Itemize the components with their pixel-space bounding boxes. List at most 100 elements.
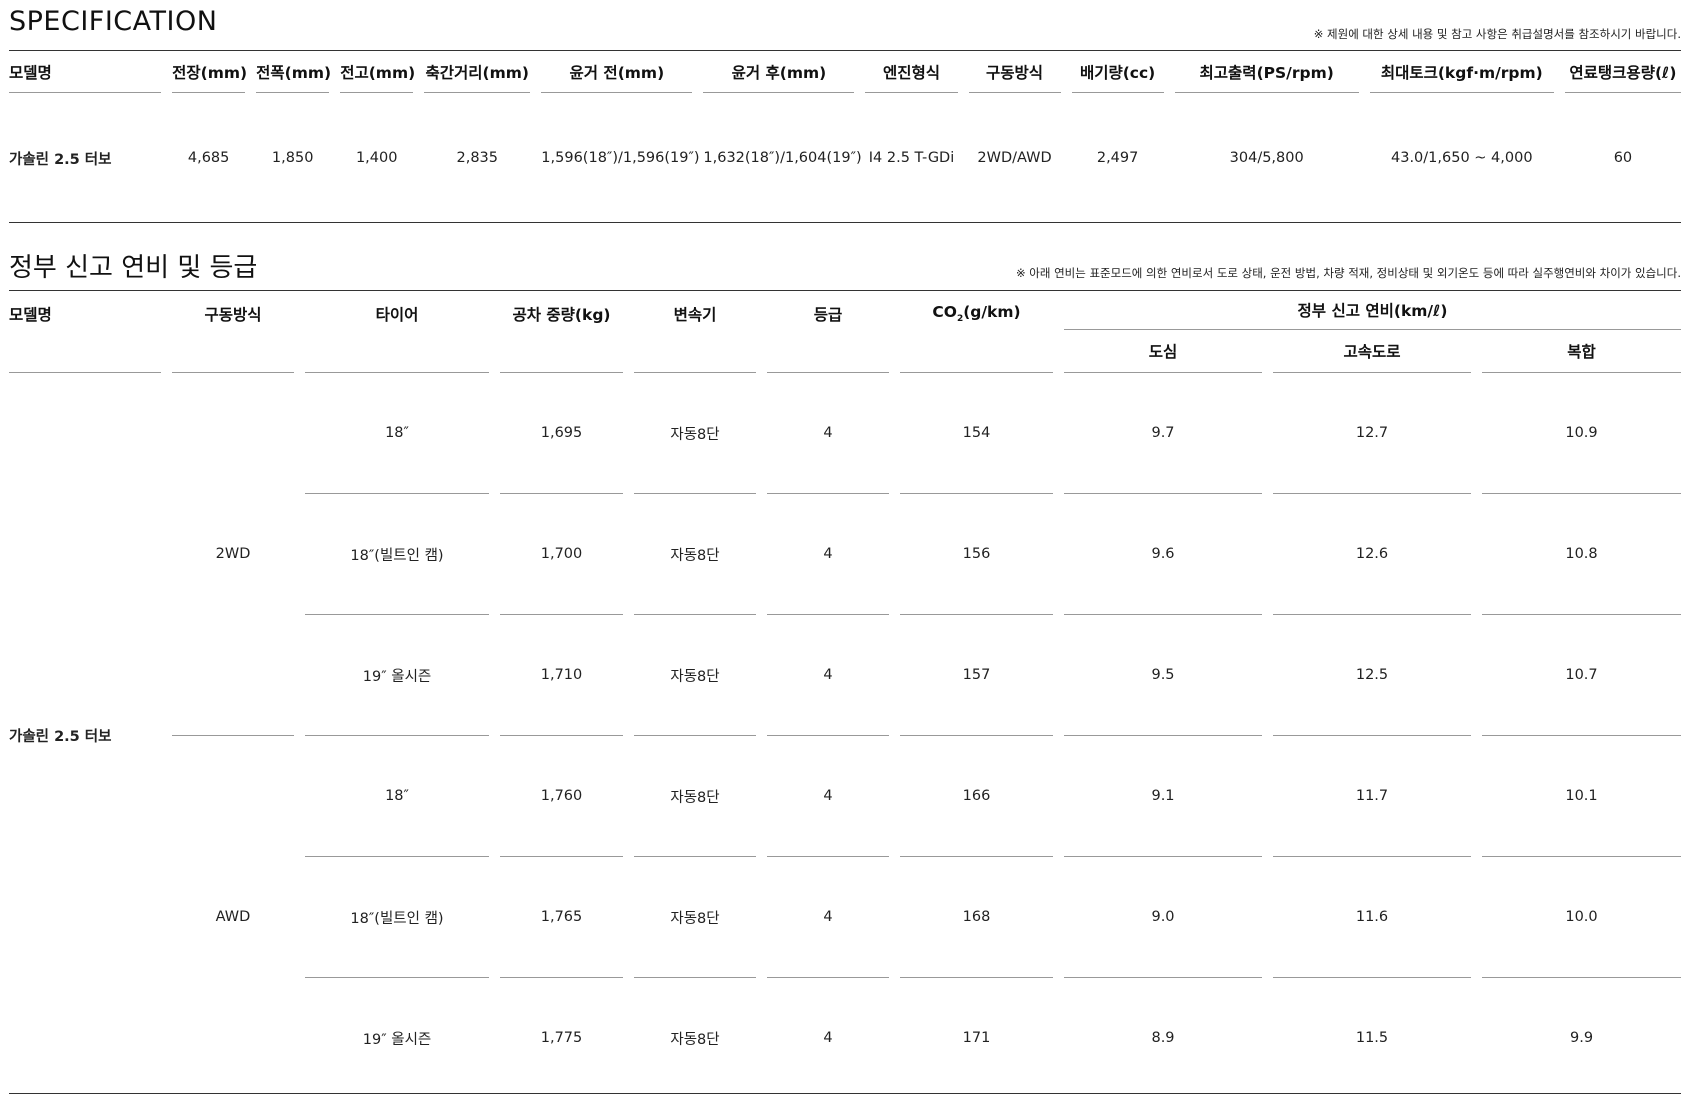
spec-table: 모델명 전장(mm) 전폭(mm) 전고(mm) 축간거리(mm) 윤거 전(m… [0,52,1690,223]
spec-value-cell: 4,685 [187,150,230,166]
spec-value-cell: 1,596(18″)/1,596(19″) [541,150,700,166]
spec-header-cell: 윤거 후(mm) [703,52,855,93]
spec-value-cell: 304/5,800 [1229,150,1304,166]
city-cell: 8.9 [1151,1030,1175,1046]
spec-header-cell: 최고출력(PS/rpm) [1174,52,1359,93]
weight-cell: 1,775 [540,1030,583,1046]
highway-cell: 12.7 [1273,373,1471,494]
fuel-subheader-cell: 고속도로 [1273,330,1471,373]
drive-cell: AWD [215,909,251,925]
transmission-cell: 자동8단 [634,857,756,978]
combined-cell: 10.7 [1482,615,1682,736]
transmission-cell: 자동8단 [634,736,756,857]
co2-label: CO [932,303,957,321]
spec-header-row: 모델명 전장(mm) 전폭(mm) 전고(mm) 축간거리(mm) 윤거 전(m… [9,52,1681,93]
co2-cell: 156 [900,494,1053,615]
fuel-header-cell: 타이어 [305,291,489,373]
spec-header-cell: 구동방식 [968,52,1061,93]
table-row: 가솔린 2.5 터보 2WD 18″ 1,695 자동8단 4 154 9.7 … [9,373,1682,745]
weight-cell: 1,760 [500,736,623,857]
spec-header-cell: 축간거리(mm) [424,52,531,93]
fuel-header-cell: 모델명 [9,291,161,373]
drive-cell: 2WD [172,373,294,736]
spec-bottom-rule [9,222,1681,223]
highway-cell: 11.5 [1355,1030,1389,1046]
combined-cell: 10.0 [1482,857,1682,978]
spec-value-cell: I4 2.5 T-GDi [868,150,955,166]
spec-header-cell: 모델명 [9,52,162,93]
spec-header-cell: 엔진형식 [865,52,958,93]
fuel-efficiency-table: 모델명 구동방식 타이어 공차 중량(kg) 변속기 등급 CO2(g/km) … [0,291,1690,1098]
co2-cell: 166 [900,736,1053,857]
spec-value-cell: 2WD/AWD [977,150,1052,166]
weight-cell: 1,765 [500,857,623,978]
transmission-cell: 자동8단 [634,615,756,736]
table-row: AWD 18″ 1,760 자동8단 4 166 9.1 11.7 10.1 [9,736,1682,925]
spec-header-cell: 전고(mm) [340,52,415,93]
fuel-header-cell: 등급 [767,291,889,373]
grade-cell: 4 [823,1030,833,1046]
city-cell: 9.5 [1064,615,1262,736]
grade-cell: 4 [767,857,889,978]
spec-header-cell: 윤거 전(mm) [541,52,693,93]
weight-cell: 1,710 [500,615,623,736]
city-cell: 9.1 [1064,736,1262,857]
spec-value-cell: 2,497 [1096,150,1139,166]
tire-cell: 18″ [305,373,489,494]
transmission-cell: 자동8단 [670,1031,720,1048]
spec-header-cell: 전장(mm) [172,52,247,93]
grade-cell: 4 [767,736,889,857]
spec-title: SPECIFICATION [9,6,218,37]
city-cell: 9.7 [1064,373,1262,494]
tire-cell: 18″ [305,736,489,857]
spec-header-cell: 연료탱크용량(ℓ) [1564,52,1681,93]
fuel-bottom-rule [9,1093,1681,1094]
grade-cell: 4 [767,615,889,736]
transmission-cell: 자동8단 [634,373,756,494]
co2-cell: 157 [900,615,1053,736]
fuel-header-cell: 변속기 [634,291,756,373]
highway-cell: 12.6 [1273,494,1471,615]
fuel-header-cell: 공차 중량(kg) [500,291,623,373]
city-cell: 9.6 [1064,494,1262,615]
spec-value-cell: 1,850 [271,150,314,166]
co2-unit: (g/km) [963,303,1021,321]
highway-cell: 11.6 [1273,857,1471,978]
combined-cell: 10.9 [1482,373,1682,494]
spec-section-header: SPECIFICATION ※ 제원에 대한 상세 내용 및 참고 사항은 취급… [9,0,1681,50]
co2-cell: 154 [900,373,1053,494]
grade-cell: 4 [767,373,889,494]
fuel-header-row: 모델명 구동방식 타이어 공차 중량(kg) 변속기 등급 CO2(g/km) … [9,291,1682,373]
highway-cell: 11.7 [1273,736,1471,857]
spec-header-cell: 배기량(cc) [1071,52,1164,93]
spec-header-cell: 전폭(mm) [256,52,331,93]
spec-value-cell: 1,632(18″)/1,604(19″) [703,150,862,166]
fuel-note: ※ 아래 연비는 표준모드에 의한 연비로서 도로 상태, 운전 방법, 차량 … [1015,266,1681,280]
spec-data-row: 가솔린 2.5 터보 4,685 1,850 1,400 2,835 1,596… [9,93,1681,223]
tire-cell: 18″(빌트인 캠) [305,494,489,615]
fuel-header-cell: 구동방식 [172,291,294,373]
tire-cell: 18″(빌트인 캠) [305,857,489,978]
highway-cell: 12.5 [1273,615,1471,736]
tire-cell: 19″ 올시즌 [362,1031,432,1048]
fuel-subheader-cell: 도심 [1064,330,1262,373]
spec-value-cell: 43.0/1,650 ~ 4,000 [1391,150,1533,166]
city-cell: 9.0 [1064,857,1262,978]
spec-model-cell: 가솔린 2.5 터보 [9,151,112,168]
co2-cell: 168 [900,857,1053,978]
combined-cell: 10.1 [1482,736,1682,857]
co2-cell: 171 [962,1030,991,1046]
fuel-subheader-cell: 복합 [1482,330,1682,373]
spec-value-cell: 60 [1613,150,1633,166]
fuel-section-header: 정부 신고 연비 및 등급 ※ 아래 연비는 표준모드에 의한 연비로서 도로 … [9,240,1681,290]
spec-value-cell: 2,835 [456,150,499,166]
grade-cell: 4 [767,494,889,615]
transmission-cell: 자동8단 [634,494,756,615]
fuel-model-cell: 가솔린 2.5 터보 [9,729,112,745]
spec-note: ※ 제원에 대한 상세 내용 및 참고 사항은 취급설명서를 참조하시기 바랍니… [1313,27,1681,41]
fuel-header-cell: 정부 신고 연비(km/ℓ) [1064,291,1682,330]
spec-value-cell: 1,400 [355,150,398,166]
spec-top-rule [9,50,1681,51]
tire-cell: 19″ 올시즌 [305,615,489,736]
spec-header-cell: 최대토크(kgf·m/rpm) [1369,52,1554,93]
